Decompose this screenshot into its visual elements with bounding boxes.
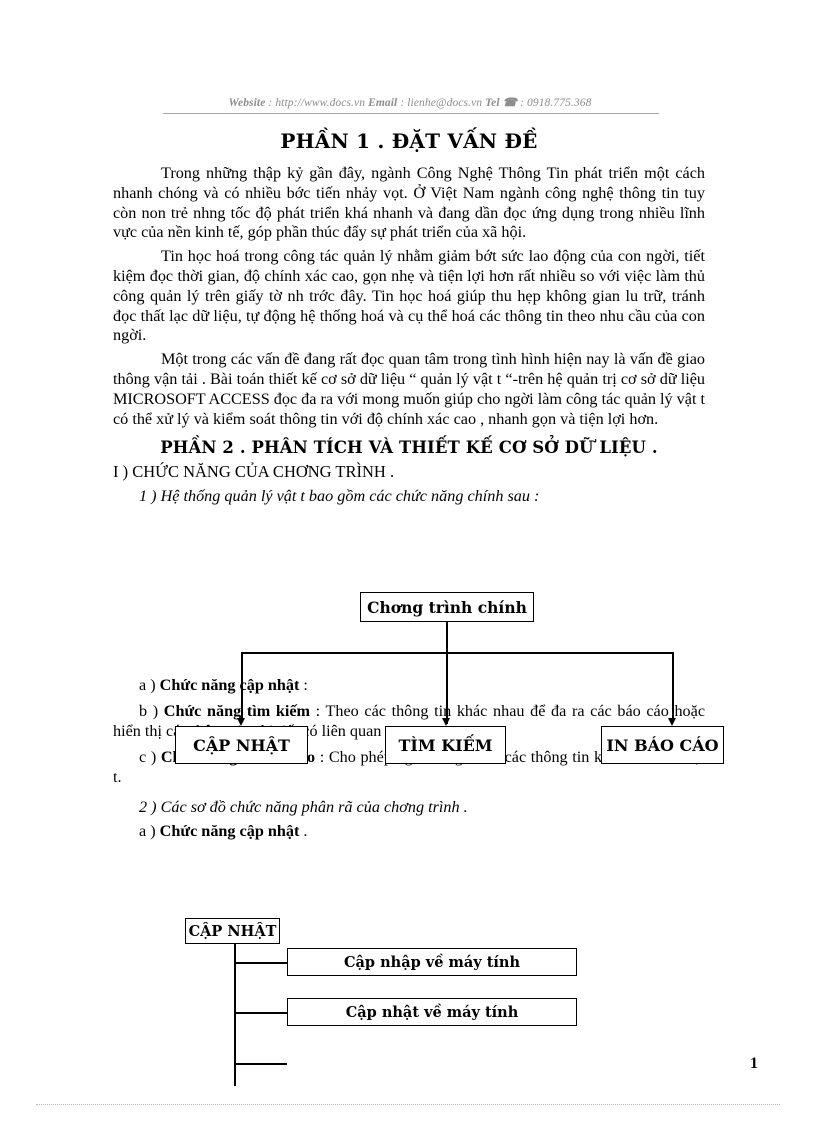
diagram-program-functions: Chơng trình chính CẬP NHẬT TÌM KIẾM IN B… [113,592,724,764]
diagram1-root-label: Chơng trình chính [367,597,527,617]
header-divider [163,113,659,114]
diagram1-branch-left [241,652,243,720]
diagram2-connector-3 [234,1063,287,1065]
header-tel-sep: : [517,97,527,109]
subsection-a-bold: Chức năng cập nhật [159,822,300,841]
header-website-url: http://www.docs.vn [275,97,366,109]
subsection-a-rest: . [299,822,308,841]
diagram-update-functions: CẬP NHẬT Cập nhập về máy tính Cập nhật v… [113,918,713,1088]
header-email-sep: : [397,97,408,109]
header-tel-value: 0918.775.368 [527,97,592,109]
part-1-title: PHẦN 1 . ĐẶT VẤN ĐỀ [280,129,538,153]
diagram1-child-label-2: TÌM KIẾM [398,735,493,755]
header-contact-line: Website : http://www.docs.vn Email : lie… [170,95,650,109]
part-2-title: PHẦN 2 . PHÂN TÍCH VÀ THIẾT KẾ CƠ SỞ DỮ … [160,438,658,458]
diagram1-arrow-left [237,718,245,726]
paragraph-1: Trong những thập kỷ gần đây, ngành Công … [113,164,705,242]
page-number: 1 [750,1055,758,1072]
diagram1-root-stem [446,622,448,724]
item-1-heading: 1 ) Hệ thống quản lý vật t bao gồm các c… [139,487,540,506]
diagram2-child-box-1: Cập nhập về máy tính [287,948,577,976]
subsection-a-heading: a ) Chức năng cập nhật . [113,821,705,841]
diagram1-child-box-1: CẬP NHẬT [175,726,308,764]
diagram2-connector-2 [234,1012,287,1014]
subsection-a-marker: a ) [139,822,160,841]
diagram2-root-label: CẬP NHẬT [188,922,277,940]
section-1-heading: I ) CHỨC NĂNG CỦA CHƠNG TRÌNH . [113,462,395,482]
diagram2-spine [234,944,236,1086]
diagram1-child-box-2: TÌM KIẾM [385,726,506,764]
paragraph-3: Một trong các vấn đề đang rất đọc quan t… [113,350,705,428]
footer-divider [36,1104,780,1105]
paragraph-2: Tin học hoá trong công tác quản lý nhằm … [113,247,705,345]
diagram1-branch-right [672,652,674,720]
telephone-icon: ☎ [502,97,518,109]
diagram2-child-box-2: Cập nhật về máy tính [287,998,577,1026]
diagram1-child-label-3: IN BÁO CÁO [606,735,719,755]
header-website-label: Website [228,97,266,109]
page-header: Website : http://www.docs.vn Email : lie… [170,95,650,109]
header-email-value: lienhe@docs.vn [407,97,483,109]
item-2-heading: 2 ) Các sơ đồ chức năng phân rã của chơn… [139,798,468,817]
diagram1-bus [241,652,673,654]
diagram2-child-label-2: Cập nhật về máy tính [345,1003,519,1021]
diagram2-root-box: CẬP NHẬT [185,918,280,944]
header-website-sep: : [265,97,276,109]
diagram2-connector-1 [234,962,287,964]
diagram1-root-box: Chơng trình chính [360,592,534,622]
header-email-label: Email [368,97,398,109]
diagram1-arrow-middle [442,718,450,726]
document-page: Website : http://www.docs.vn Email : lie… [0,0,816,1123]
header-tel-label: Tel [485,97,500,109]
diagram1-child-label-1: CẬP NHẬT [193,735,290,755]
diagram2-child-label-1: Cập nhập về máy tính [344,953,520,971]
diagram1-arrow-right [668,718,676,726]
diagram1-child-box-3: IN BÁO CÁO [601,726,724,764]
